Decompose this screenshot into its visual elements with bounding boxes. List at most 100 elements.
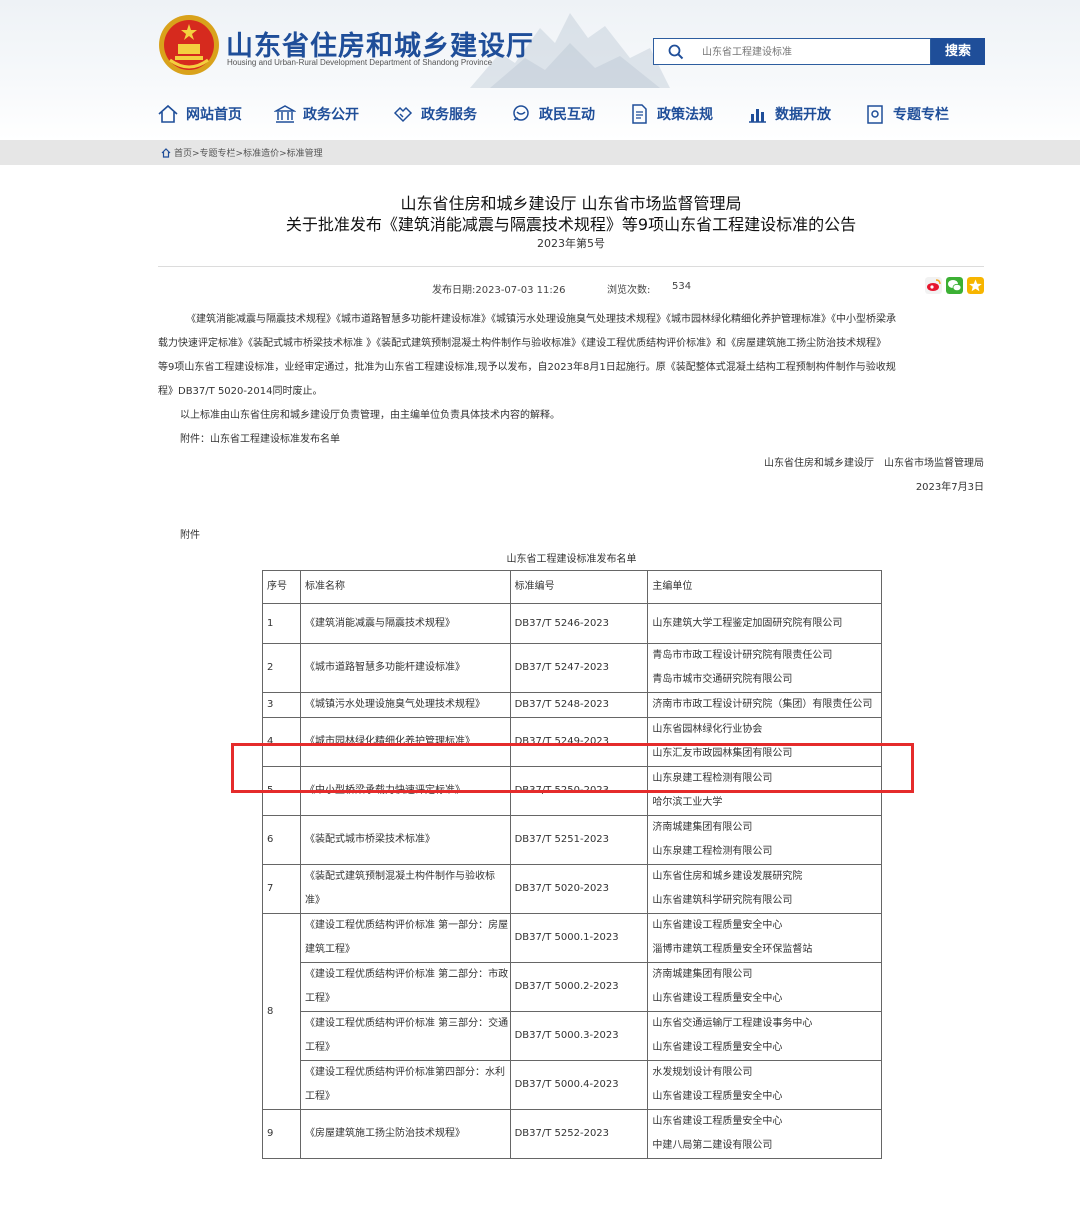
editor-units: 山东省住房和城乡建设发展研究院 山东省建筑科学研究院有限公司 <box>647 864 882 914</box>
standard-name: 《城市道路智慧多功能杆建设标准》 <box>299 643 511 693</box>
breadcrumb-bar: 首页>专题专栏>标准造价>标准管理 <box>0 140 1080 165</box>
national-emblem-icon <box>159 15 219 75</box>
nav-item-government-affairs[interactable]: 政务公开 <box>274 100 359 128</box>
editor-unit: 青岛市市政工程设计研究院有限责任公司 <box>652 650 833 661</box>
nav-item-open-data[interactable]: 数据开放 <box>746 100 831 128</box>
standard-name: 《建设工程优质结构评价标准第四部分：水利工程》 <box>299 1060 511 1110</box>
row-number: 7 <box>262 864 301 914</box>
editor-unit: 山东建筑大学工程鉴定加固研究院有限公司 <box>652 617 843 629</box>
breadcrumb-text[interactable]: 首页>专题专栏>标准造价>标准管理 <box>174 146 323 159</box>
divider <box>158 266 984 267</box>
editor-unit: 山东省建设工程质量安全中心 <box>652 1116 783 1127</box>
editor-unit: 水发规划设计有限公司 <box>652 1067 753 1078</box>
standard-name: 《房屋建筑施工扬尘防治技术规程》 <box>299 1109 511 1159</box>
attachment-label: 附件 <box>180 530 200 541</box>
signatories: 山东省住房和城乡建设厅 山东省市场监督管理局 <box>764 458 984 469</box>
paragraph-line: 载力快速评定标准》《装配式城市桥梁技术标准 》《装配式建筑预制混凝土构件制作与验… <box>158 338 887 349</box>
table-row: 《建设工程优质结构评价标准 第三部分：交通工程》 DB37/T 5000.3-2… <box>263 1011 882 1061</box>
editor-unit: 山东省建设工程质量安全中心 <box>652 1091 783 1102</box>
editor-unit: 山东省园林绿化行业协会 <box>652 724 763 735</box>
handshake-icon <box>393 106 413 123</box>
header-cell: 标准编号 <box>509 570 649 604</box>
editor-unit: 中建八局第二建设有限公司 <box>652 1140 773 1151</box>
row-number: 8 <box>262 913 301 1110</box>
home-icon <box>158 104 178 123</box>
interaction-icon <box>513 105 529 121</box>
paragraph-line: 程》DB37/T 5020-2014同时废止。 <box>158 386 323 397</box>
home-icon <box>161 147 171 158</box>
row-number: 6 <box>262 815 301 865</box>
search-button[interactable]: 搜索 <box>931 38 985 65</box>
views-count: 534 <box>672 281 692 292</box>
sign-date: 2023年7月3日 <box>915 482 984 493</box>
nav-item-home[interactable]: 网站首页 <box>157 100 242 128</box>
editor-unit: 山东省建设工程质量安全中心 <box>652 1042 783 1053</box>
standard-code: DB37/T 5020-2023 <box>509 864 649 914</box>
editor-units: 山东省建设工程质量安全中心 淄博市建筑工程质量安全环保监督站 <box>647 913 882 963</box>
header-cell: 标准名称 <box>299 570 511 604</box>
topic-icon <box>867 105 883 124</box>
standard-name: 《装配式城市桥梁技术标准》 <box>299 815 511 865</box>
row-number: 2 <box>262 643 301 693</box>
table-row: 7 《装配式建筑预制混凝土构件制作与验收标准》 DB37/T 5020-2023… <box>262 864 882 914</box>
search-input[interactable] <box>702 43 922 61</box>
editor-units: 济南城建集团有限公司 山东省建设工程质量安全中心 <box>647 962 882 1012</box>
editor-unit: 济南城建集团有限公司 <box>652 822 753 833</box>
nav-label: 政民互动 <box>539 107 595 123</box>
title-line-2: 关于批准发布《建筑消能减震与隔震技术规程》等9项山东省工程建设标准的公告 <box>285 215 857 234</box>
editor-units: 山东省交通运输厅工程建设事务中心 山东省建设工程质量安全中心 <box>647 1011 882 1061</box>
nav-label: 政策法规 <box>657 107 713 123</box>
standard-name: 《建设工程优质结构评价标准 第二部分：市政工程》 <box>299 962 511 1012</box>
favorite-star-icon[interactable] <box>967 277 984 294</box>
article-title: 山东省住房和城乡建设厅 山东省市场监督管理局 关于批准发布《建筑消能减震与隔震技… <box>0 193 1080 253</box>
nav-item-interaction[interactable]: 政民互动 <box>510 100 595 128</box>
table-row: 3 《城镇污水处理设施臭气处理技术规程》 DB37/T 5248-2023 济南… <box>262 692 882 718</box>
editor-units: 山东省建设工程质量安全中心 中建八局第二建设有限公司 <box>647 1109 882 1159</box>
standard-name: 《建设工程优质结构评价标准 第三部分：交通工程》 <box>299 1011 511 1061</box>
paragraph-line: 《建筑消能减震与隔震技术规程》《城市道路智慧多功能杆建设标准》《城镇污水处理设施… <box>186 314 896 325</box>
header-cell: 主编单位 <box>647 570 882 604</box>
standard-code: DB37/T 5000.1-2023 <box>509 913 649 963</box>
editor-unit: 淄博市建筑工程质量安全环保监督站 <box>652 944 813 955</box>
standard-code: DB37/T 5246-2023 <box>509 603 649 644</box>
standard-name: 《建筑消能减震与隔震技术规程》 <box>299 603 511 644</box>
wechat-share-icon[interactable] <box>946 277 963 294</box>
editor-unit: 山东省交通运输厅工程建设事务中心 <box>652 1018 813 1029</box>
editor-units: 山东建筑大学工程鉴定加固研究院有限公司 <box>647 603 882 644</box>
nav-label: 网站首页 <box>186 107 242 123</box>
standard-code: DB37/T 5247-2023 <box>509 643 649 693</box>
nav-item-policy[interactable]: 政策法规 <box>628 100 713 128</box>
breadcrumb[interactable]: 首页>专题专栏>标准造价>标准管理 <box>161 146 323 159</box>
editor-units: 水发规划设计有限公司山东省建设工程质量安全中心 <box>647 1060 882 1110</box>
nav-item-topics[interactable]: 专题专栏 <box>864 100 949 128</box>
weibo-share-icon[interactable] <box>925 277 942 294</box>
standard-code: DB37/T 5000.3-2023 <box>509 1011 649 1061</box>
search-box <box>653 38 931 65</box>
standard-code: DB37/T 5000.4-2023 <box>509 1060 649 1110</box>
editor-units: 青岛市市政工程设计研究院有限责任公司 青岛市城市交通研究院有限公司 <box>647 643 882 693</box>
header-cell: 序号 <box>262 570 301 604</box>
editor-units: 济南市市政工程设计研究院（集团）有限责任公司 <box>647 692 882 718</box>
standard-name: 《建设工程优质结构评价标准 第一部分：房屋建筑工程》 <box>299 913 511 963</box>
announcement-paragraph: 《建筑消能减震与隔震技术规程》《城市道路智慧多功能杆建设标准》《城镇污水处理设施… <box>158 308 984 404</box>
editor-unit: 哈尔滨工业大学 <box>652 797 723 808</box>
editor-unit: 山东省建筑科学研究院有限公司 <box>652 895 793 906</box>
row-number: 3 <box>262 692 301 718</box>
table-row: 8 《建设工程优质结构评价标准 第一部分：房屋建筑工程》 DB37/T 5000… <box>262 913 882 1110</box>
editor-unit: 山东省住房和城乡建设发展研究院 <box>652 871 803 882</box>
editor-unit: 济南市市政工程设计研究院（集团）有限责任公司 <box>652 699 873 710</box>
views-label: 浏览次数: <box>607 285 651 296</box>
publish-date: 发布日期:2023-07-03 11:26 <box>432 285 566 296</box>
nav-item-services[interactable]: 政务服务 <box>392 100 477 128</box>
standard-code: DB37/T 5251-2023 <box>509 815 649 865</box>
table-row: 2 《城市道路智慧多功能杆建设标准》 DB37/T 5247-2023 青岛市市… <box>262 643 882 693</box>
attachment-line: 附件：山东省工程建设标准发布名单 <box>180 434 340 445</box>
editor-unit: 山东泉建工程检测有限公司 <box>652 846 773 857</box>
row-number: 9 <box>262 1109 301 1159</box>
editor-units: 济南城建集团有限公司山东泉建工程检测有限公司 <box>647 815 882 865</box>
standards-table: 序号 标准名称 标准编号 主编单位 1 《建筑消能减震与隔震技术规程》 DB37… <box>262 570 882 1159</box>
table-row: 《建设工程优质结构评价标准第四部分：水利工程》 DB37/T 5000.4-20… <box>263 1060 882 1110</box>
nav-label: 专题专栏 <box>893 107 949 123</box>
table-row: 9 《房屋建筑施工扬尘防治技术规程》 DB37/T 5252-2023 山东省建… <box>262 1109 882 1159</box>
paragraph-line: 等9项山东省工程建设标准，业经审定通过，批准为山东省工程建设标准,现予以发布，自… <box>158 362 896 373</box>
